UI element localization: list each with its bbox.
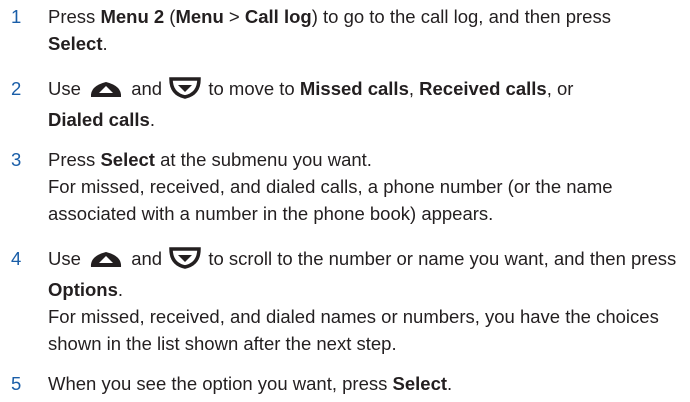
step-number: 4: [11, 248, 22, 269]
step-note: For missed, received, and dialed calls, …: [48, 176, 613, 224]
select-label: Select: [100, 149, 155, 170]
scroll-down-key-icon: [169, 247, 201, 276]
missed-calls-label: Missed calls: [299, 78, 409, 99]
scroll-down-key-icon: [169, 77, 201, 106]
select-label: Select: [48, 33, 103, 54]
call-log-label: Call log: [244, 6, 312, 27]
step-text: Press Select at the submenu you want. Fo…: [48, 146, 682, 227]
menu-key-label: Menu 2: [100, 6, 165, 27]
step-number: 1: [11, 6, 22, 27]
options-label: Options: [48, 279, 118, 300]
step-number: 3: [11, 149, 22, 170]
step-text: When you see the option you want, press …: [48, 373, 453, 394]
step-text: Press Menu 2 (Menu > Call log) to go to …: [48, 6, 611, 54]
scroll-up-key-icon: [88, 249, 124, 276]
select-label: Select: [392, 373, 448, 394]
step-note: For missed, received, and dialed names o…: [48, 306, 659, 354]
step-number: 2: [11, 78, 22, 99]
menu-label: Menu: [175, 6, 224, 27]
dialed-calls-label: Dialed calls: [48, 109, 150, 130]
step-text: Use and to move to Missed calls, Receive…: [48, 77, 574, 130]
received-calls-label: Received calls: [419, 78, 547, 99]
instruction-list: 1 Press Menu 2 (Menu > Call log) to go t…: [0, 0, 690, 402]
step-text: Use and to scroll to the number or name …: [48, 245, 682, 357]
step-number: 5: [11, 373, 22, 394]
scroll-up-key-icon: [88, 79, 124, 106]
